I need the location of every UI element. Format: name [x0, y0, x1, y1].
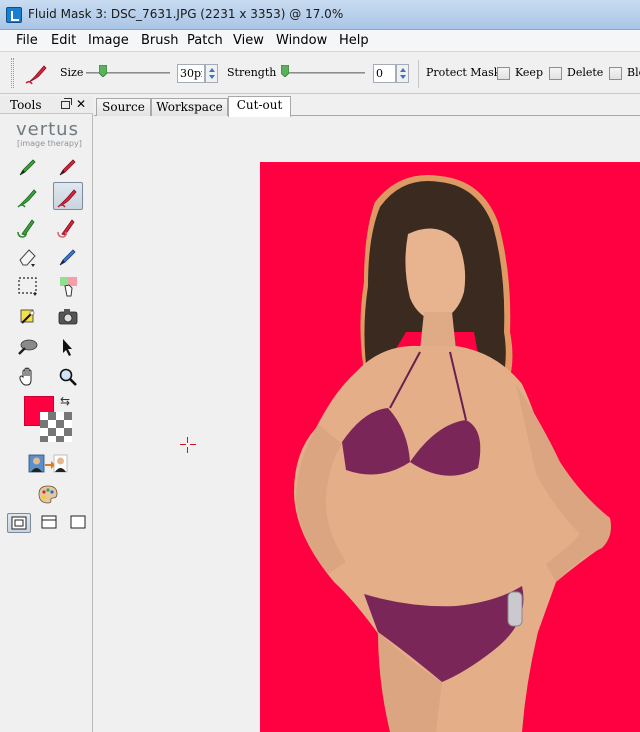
- view-mode-single[interactable]: [67, 513, 91, 533]
- image-canvas[interactable]: [95, 117, 640, 732]
- title-bar: Fluid Mask 3: DSC_7631.JPG (2231 x 3353)…: [0, 0, 640, 30]
- strength-slider[interactable]: [285, 72, 365, 74]
- magnifier-icon: [59, 368, 77, 386]
- close-panel-icon[interactable]: ✕: [76, 97, 86, 111]
- tab-cut-out[interactable]: Cut-out: [228, 96, 291, 117]
- delete-label: Delete: [567, 66, 604, 79]
- menu-window[interactable]: Window: [276, 33, 327, 48]
- soft-brush-icon: [18, 339, 38, 355]
- toolbar-separator: [418, 60, 419, 88]
- hand-icon: [19, 367, 32, 386]
- menu-bar: File Edit Image Brush Patch View Window …: [0, 30, 640, 52]
- background-transparent-swatch[interactable]: [40, 412, 72, 442]
- palette-icon: [38, 485, 58, 504]
- marquee-icon: [18, 277, 37, 296]
- strength-label: Strength: [227, 66, 277, 79]
- menu-file[interactable]: File: [16, 33, 38, 48]
- arrow-pointer-icon: [63, 339, 72, 356]
- red-brush-icon: [59, 159, 76, 176]
- marquee-selection-tool[interactable]: [14, 273, 44, 301]
- eraser-icon: [19, 249, 36, 267]
- green-stroke-brush-icon: [17, 189, 37, 208]
- keep-label: Keep: [515, 66, 543, 79]
- keep-exact-brush-tool[interactable]: [14, 183, 44, 211]
- strength-slider-thumb[interactable]: [281, 65, 289, 77]
- blend-checkbox[interactable]: [609, 67, 622, 80]
- keep-checkbox[interactable]: [497, 67, 510, 80]
- compare-images-tool[interactable]: [24, 450, 70, 478]
- view-mode-horizontal[interactable]: [38, 513, 62, 533]
- float-panel-icon[interactable]: [61, 98, 72, 109]
- strength-input[interactable]: [373, 64, 396, 83]
- protect-mask-label: Protect Mask:: [426, 66, 505, 79]
- menu-view[interactable]: View: [233, 33, 264, 48]
- color-palette-tool[interactable]: [34, 480, 64, 508]
- view-mode-split[interactable]: [7, 513, 31, 533]
- size-slider-thumb[interactable]: [98, 65, 107, 77]
- tools-panel-title: Tools: [10, 98, 42, 112]
- green-brush-icon: [19, 159, 36, 176]
- keep-local-brush-tool[interactable]: [14, 213, 44, 241]
- green-swirl-brush-icon: [17, 219, 35, 238]
- subject-figure: [294, 175, 611, 732]
- cursor-crosshair-icon: [180, 437, 196, 453]
- swap-colors-icon[interactable]: ⇆: [60, 394, 70, 408]
- fill-bucket-icon: [60, 277, 77, 297]
- cutout-image[interactable]: [260, 162, 640, 732]
- app-icon: [6, 7, 22, 23]
- magic-wand-tool[interactable]: [14, 303, 44, 331]
- menu-help[interactable]: Help: [339, 33, 369, 48]
- menu-image[interactable]: Image: [88, 33, 129, 48]
- menu-brush[interactable]: Brush: [141, 33, 179, 48]
- before-after-icon: [28, 454, 68, 473]
- split-view-icon: [11, 516, 27, 530]
- keep-brush-tool[interactable]: [14, 153, 44, 181]
- delete-exact-brush-tool[interactable]: [53, 182, 83, 210]
- horizontal-view-icon: [41, 515, 57, 529]
- pointer-tool[interactable]: [54, 333, 84, 361]
- red-stroke-brush-icon: [57, 189, 77, 208]
- magic-wand-icon: [20, 309, 35, 324]
- pan-tool[interactable]: [14, 363, 44, 391]
- brush-toolbar: Size Strength Protect Mask: Keep Delete …: [0, 52, 640, 94]
- size-input[interactable]: [177, 64, 205, 83]
- hair-brush-tool[interactable]: [14, 333, 44, 361]
- blend-label: Ble: [627, 66, 640, 79]
- size-spinner[interactable]: [205, 64, 218, 83]
- vertus-logo: vertus: [16, 119, 79, 140]
- eraser-tool[interactable]: [14, 243, 44, 271]
- fill-tool[interactable]: [54, 273, 84, 301]
- tools-panel-header: Tools ✕: [0, 96, 93, 114]
- menu-edit[interactable]: Edit: [51, 33, 76, 48]
- delete-local-brush-tool[interactable]: [54, 213, 84, 241]
- toolbar-grip[interactable]: [11, 58, 14, 88]
- view-tabs: Source Workspace Cut-out: [94, 96, 640, 117]
- zoom-tool[interactable]: [54, 363, 84, 391]
- delete-checkbox[interactable]: [549, 67, 562, 80]
- current-brush-icon: [25, 65, 47, 85]
- tab-workspace[interactable]: Workspace: [151, 98, 228, 116]
- patch-brush-tool[interactable]: [54, 243, 84, 271]
- camera-icon: [58, 309, 78, 325]
- red-swirl-brush-icon: [57, 219, 75, 238]
- tools-panel: Tools ✕ vertus [image therapy] ⇆: [0, 96, 93, 732]
- menu-patch[interactable]: Patch: [187, 33, 223, 48]
- window-title: Fluid Mask 3: DSC_7631.JPG (2231 x 3353)…: [28, 7, 344, 21]
- blue-brush-icon: [59, 249, 76, 266]
- size-label: Size: [60, 66, 84, 79]
- strength-spinner[interactable]: [396, 64, 409, 83]
- single-view-icon: [70, 515, 86, 529]
- tab-source[interactable]: Source: [96, 98, 151, 116]
- snapshot-tool[interactable]: [54, 303, 84, 331]
- vertus-logo-tagline: [image therapy]: [17, 139, 82, 148]
- delete-brush-tool[interactable]: [54, 153, 84, 181]
